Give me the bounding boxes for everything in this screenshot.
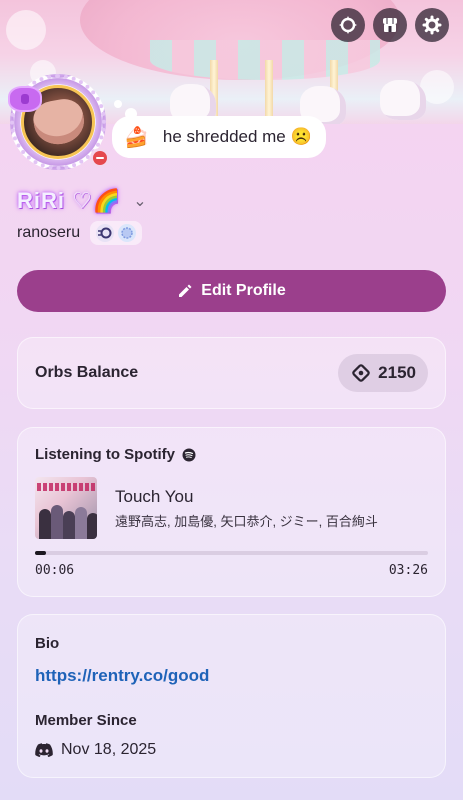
dnd-status-icon — [90, 148, 110, 168]
bio-link[interactable]: https://rentry.co/good — [35, 666, 428, 686]
custom-status[interactable]: 🍰 he shredded me ☹️ — [112, 116, 326, 158]
bow-decoration-icon — [10, 88, 40, 110]
album-art[interactable] — [35, 477, 97, 539]
shop-icon — [383, 18, 397, 32]
settings-icon — [422, 15, 442, 35]
boost-badge-icon[interactable] — [118, 224, 137, 242]
edit-profile-label: Edit Profile — [201, 282, 286, 299]
nitro-icon — [339, 16, 357, 34]
spotify-header-label: Listening to Spotify — [35, 446, 175, 463]
cake-emoji-icon: 🍰 — [124, 126, 149, 149]
badge-list — [90, 221, 143, 245]
nitro-badge-icon[interactable] — [96, 224, 115, 242]
elapsed-time: 00:06 — [35, 563, 75, 578]
track-progress-fill — [35, 551, 47, 555]
custom-status-text: he shredded me ☹️ — [162, 127, 312, 146]
pencil-icon — [179, 284, 192, 297]
spotify-header: Listening to Spotify — [35, 446, 428, 463]
avatar[interactable] — [10, 74, 110, 170]
spotify-activity-card: Listening to Spotify Touch You 遠野高志, 加島優… — [17, 427, 446, 597]
track-progress-bar — [35, 551, 428, 555]
total-time: 03:26 — [388, 563, 428, 578]
orbs-balance-card: Orbs Balance 2150 — [17, 337, 446, 409]
edit-profile-button[interactable]: Edit Profile — [17, 270, 446, 312]
spotify-icon — [182, 448, 196, 461]
top-actions — [331, 8, 449, 42]
song-artists[interactable]: 遠野高志, 加島優, 矢口恭介, ジミー, 百合絢斗 — [115, 511, 378, 530]
display-name: RiRi ♡🌈 — [17, 188, 122, 213]
username-row: ranoseru — [17, 221, 143, 245]
settings-button[interactable] — [415, 8, 449, 42]
track-info: Touch You 遠野高志, 加島優, 矢口恭介, ジミー, 百合絢斗 — [115, 487, 378, 530]
orbs-balance-pill[interactable]: 2150 — [338, 354, 428, 392]
member-since-row: Nov 18, 2025 — [35, 741, 428, 759]
discord-icon — [35, 743, 53, 757]
display-name-row[interactable]: RiRi ♡🌈 ⌄ — [17, 188, 147, 214]
bio-heading: Bio — [35, 635, 60, 652]
track-times: 00:06 03:26 — [35, 563, 428, 578]
nitro-button[interactable] — [331, 8, 365, 42]
orbs-balance-value: 2150 — [378, 363, 416, 382]
member-since-heading: Member Since — [35, 712, 137, 729]
username: ranoseru — [17, 224, 81, 241]
bubble-tail-small — [114, 100, 122, 108]
orb-icon — [352, 364, 370, 382]
shop-button[interactable] — [373, 8, 407, 42]
chevron-down-icon: ⌄ — [133, 193, 147, 210]
song-title[interactable]: Touch You — [115, 487, 378, 507]
about-card: Bio https://rentry.co/good Member Since … — [17, 614, 446, 778]
member-since-date: Nov 18, 2025 — [61, 741, 157, 758]
spotify-track-row: Touch You 遠野高志, 加島優, 矢口恭介, ジミー, 百合絢斗 — [35, 477, 428, 539]
orbs-balance-label: Orbs Balance — [35, 364, 139, 381]
